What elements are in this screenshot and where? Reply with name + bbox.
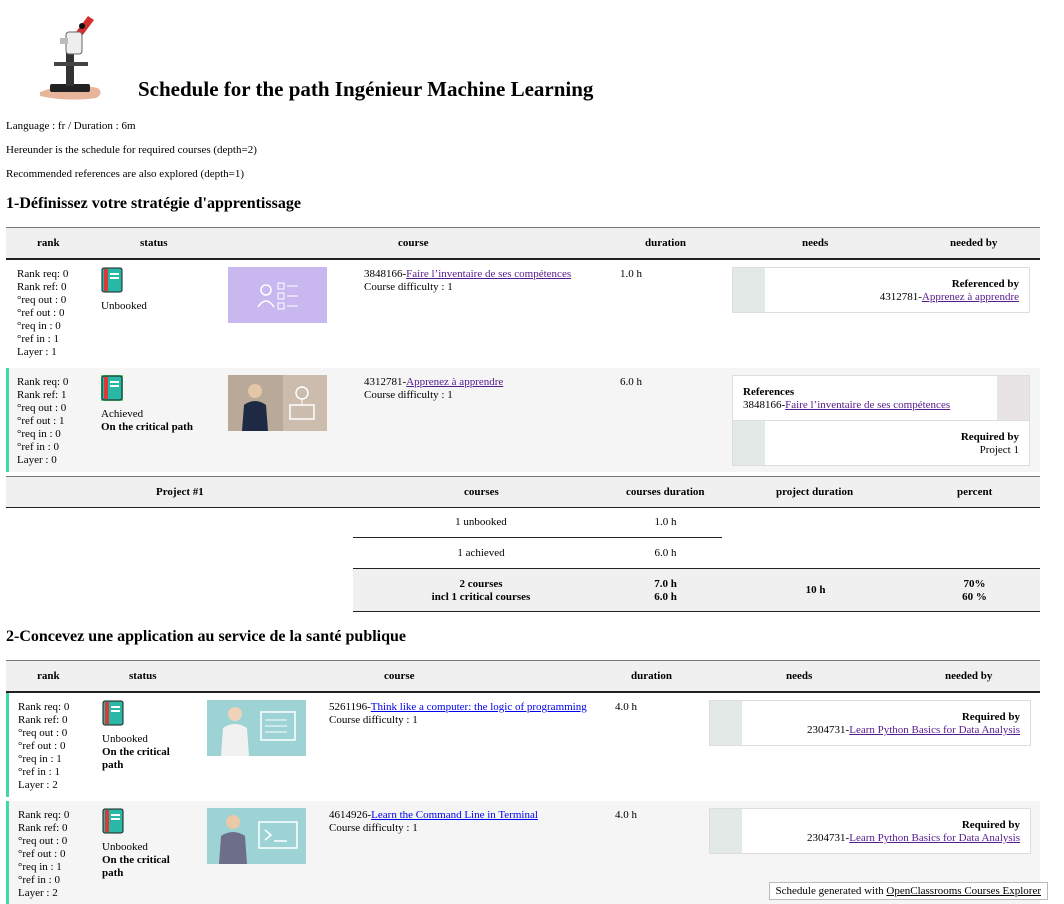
book-icon: [102, 700, 124, 726]
required-by-value: Project 1: [979, 444, 1019, 456]
project-summary-header: Project #1 courses courses duration proj…: [6, 476, 1040, 508]
course-duration: 6.0 h: [620, 376, 642, 388]
project-duration-value: 10 h: [805, 584, 826, 596]
footer-credit: Schedule generated with OpenClassrooms C…: [768, 882, 1048, 900]
percent-total: 70%: [963, 578, 986, 590]
status-text: Unbooked: [102, 733, 148, 745]
course-duration: 4.0 h: [615, 809, 637, 821]
needs-box: Required by Project 1: [732, 420, 1030, 466]
recommended-note: Recommended references are also explored…: [6, 168, 245, 180]
course-thumbnail: [207, 808, 306, 864]
course-link[interactable]: Apprenez à apprendre: [406, 376, 503, 388]
total-courses: 2 courses: [459, 578, 503, 590]
total-duration: 7.0 h: [654, 578, 677, 590]
book-icon: [101, 375, 123, 401]
header-courses-duration: courses duration: [626, 486, 705, 498]
references-link[interactable]: Faire l’inventaire de ses compétences: [785, 399, 950, 411]
total-critical: incl 1 critical courses: [431, 591, 531, 603]
required-by-label: Required by: [961, 711, 1020, 723]
terminal-illustration: [219, 815, 298, 864]
critical-duration: 6.0 h: [654, 591, 677, 603]
language-duration: Language : fr / Duration : 6m: [6, 120, 136, 132]
header-course: course: [398, 237, 429, 249]
course-thumbnail: [207, 700, 306, 756]
book-icon: [101, 267, 123, 293]
section-title-1: 1-Définissez votre stratégie d'apprentis…: [6, 195, 301, 212]
project-row-unbooked: 1 unbooked: [455, 516, 507, 528]
header-percent: percent: [957, 486, 993, 498]
header-status: status: [129, 670, 157, 682]
rank-info: Rank req: 0 Rank ref: 1 °req out : 0 °re…: [17, 376, 69, 466]
header-duration: duration: [631, 670, 672, 682]
status-cell: Unbooked: [101, 267, 147, 313]
header-courses: courses: [464, 486, 499, 498]
header-duration: duration: [645, 237, 686, 249]
status-text: Achieved: [101, 408, 144, 420]
required-note: Hereunder is the schedule for required c…: [6, 144, 257, 156]
footer-link[interactable]: OpenClassrooms Courses Explorer: [886, 885, 1041, 897]
header-project-duration: project duration: [776, 486, 854, 498]
critical-path-label: On the critical path: [102, 746, 170, 771]
required-by-label: Required by: [960, 431, 1019, 443]
rank-info: Rank req: 0 Rank ref: 0 °req out : 0 °re…: [18, 809, 70, 899]
course-info: 4312781-Apprenez à apprendre Course diff…: [364, 376, 504, 401]
course-link[interactable]: Think like a computer: the logic of prog…: [371, 701, 587, 713]
rank-info: Rank req: 0 Rank ref: 0 °req out : 0 °re…: [18, 701, 70, 791]
course-link[interactable]: Faire l’inventaire de ses compétences: [406, 268, 571, 280]
critical-path-label: On the critical path: [102, 854, 170, 879]
page-title: Schedule for the path Ingénieur Machine …: [138, 77, 594, 101]
references-box: References 3848166-Faire l’inventaire de…: [732, 375, 1030, 421]
critical-path-label: On the critical path: [101, 421, 193, 433]
course-link[interactable]: Learn the Command Line in Terminal: [371, 809, 538, 821]
course-thumbnail: [228, 375, 327, 431]
course-info: 5261196-Think like a computer: the logic…: [329, 701, 587, 726]
references-label: References: [743, 386, 795, 398]
project-row-achieved-duration: 6.0 h: [654, 547, 677, 559]
rank-info: Rank req: 0 Rank ref: 0 °req out : 0 °re…: [17, 268, 69, 358]
course-info: 4614926-Learn the Command Line in Termin…: [329, 809, 538, 834]
course-row: Rank req: 0 Rank ref: 0 °req out : 0 °re…: [6, 260, 1040, 366]
referenced-by-link[interactable]: Apprenez à apprendre: [922, 291, 1019, 303]
book-icon: [102, 808, 124, 834]
skills-inventory-icon: [257, 282, 298, 310]
section-title-2: 2-Concevez une application au service de…: [6, 628, 407, 645]
required-by-label: Required by: [961, 819, 1020, 831]
course-thumbnail: [228, 267, 327, 323]
percent-critical: 60 %: [962, 591, 987, 603]
project-row-achieved: 1 achieved: [457, 547, 505, 559]
required-by-link[interactable]: Learn Python Basics for Data Analysis: [849, 832, 1020, 844]
header-rank: rank: [37, 237, 60, 249]
table-header-1: rank status course duration needs needed…: [6, 227, 1040, 260]
required-by-link[interactable]: Learn Python Basics for Data Analysis: [849, 724, 1020, 736]
project-row-unbooked-duration: 1.0 h: [654, 516, 677, 528]
project-total-row: 2 courses incl 1 critical courses 7.0 h …: [353, 568, 1040, 612]
needs-box: Required by 2304731-Learn Python Basics …: [709, 808, 1031, 854]
header-needed-by: needed by: [945, 670, 993, 682]
course-row: Rank req: 0 Rank ref: 1 °req out : 0 °re…: [6, 368, 1040, 472]
needs-box: Referenced by 4312781-Apprenez à apprend…: [732, 267, 1030, 313]
status-cell: Unbooked On the critical path: [102, 700, 182, 772]
project-head: Project #1: [156, 486, 204, 498]
needs-box: Required by 2304731-Learn Python Basics …: [709, 700, 1031, 746]
header-needs: needs: [802, 237, 829, 249]
header-rank: rank: [37, 670, 60, 682]
course-duration: 4.0 h: [615, 701, 637, 713]
header-course: course: [384, 670, 415, 682]
status-cell: Unbooked On the critical path: [102, 808, 182, 880]
course-info: 3848166-Faire l’inventaire de ses compét…: [364, 268, 572, 293]
header-needs: needs: [786, 670, 813, 682]
header-needed-by: needed by: [950, 237, 998, 249]
status-cell: Achieved On the critical path: [101, 375, 193, 434]
referenced-by-label: Referenced by: [951, 278, 1019, 290]
course-duration: 1.0 h: [620, 268, 642, 280]
person-idea-illustration: [228, 375, 315, 431]
status-text: Unbooked: [101, 300, 147, 312]
microscope-logo: [40, 16, 101, 100]
course-row: Rank req: 0 Rank ref: 0 °req out : 0 °re…: [6, 693, 1040, 797]
table-header-2: rank status course duration needs needed…: [6, 660, 1040, 693]
person-computer-illustration: [221, 707, 296, 756]
header-status: status: [140, 237, 168, 249]
status-text: Unbooked: [102, 841, 148, 853]
